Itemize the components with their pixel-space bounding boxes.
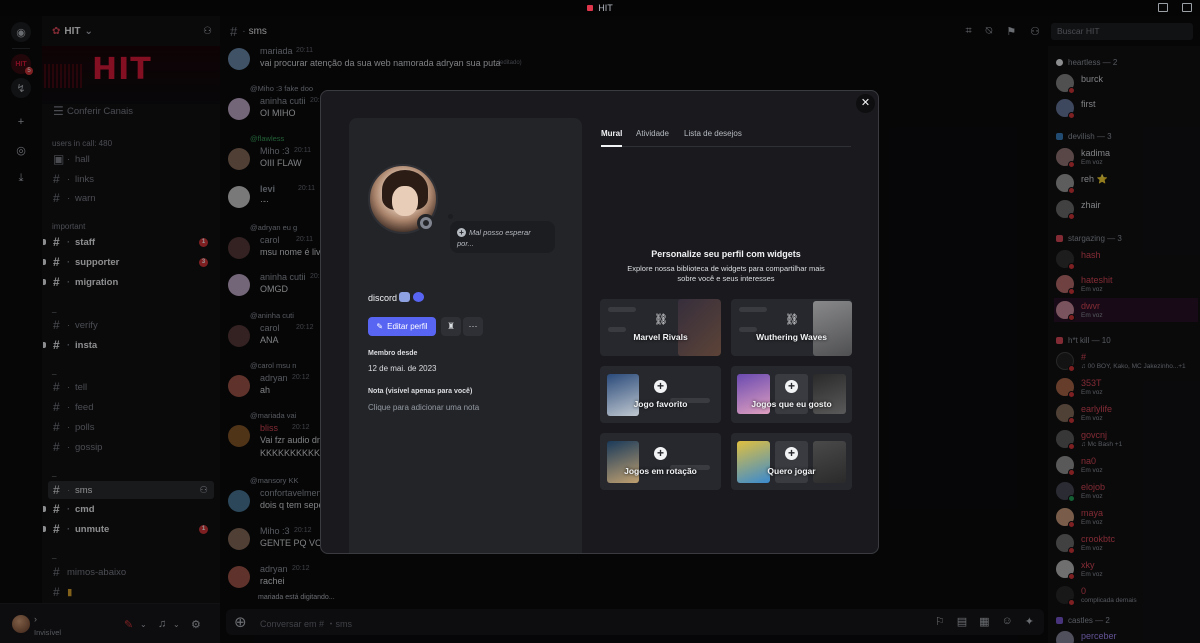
edit-profile-button[interactable]: ✎ Editar perfil <box>368 317 436 336</box>
profile-card: + Mal posso esperar por... discord ✎ Edit… <box>349 118 582 553</box>
placeholder-bar <box>739 307 767 312</box>
add-icon: + <box>785 447 798 460</box>
close-button[interactable]: ✕ <box>856 94 875 113</box>
note-label: Nota (visível apenas para você) <box>368 388 473 395</box>
app-logo-icon <box>587 5 594 11</box>
status-offline-icon <box>417 214 435 232</box>
avatar-art <box>392 186 418 216</box>
inbox-icon[interactable] <box>1158 3 1168 12</box>
add-icon: + <box>654 380 667 393</box>
placeholder-bar <box>608 307 636 312</box>
hypesquad-badge-icon[interactable] <box>399 292 410 302</box>
widget-jogo-favorito[interactable]: + Jogo favorito <box>600 366 721 423</box>
tab-indicator <box>601 145 622 147</box>
nitro-badge-icon[interactable] <box>413 292 424 302</box>
game-cover <box>813 441 846 483</box>
widgets-title: Personalize seu perfil com widgets <box>651 249 801 259</box>
title-bar: HIT <box>0 0 1200 16</box>
note-input[interactable]: Clique para adicionar uma nota <box>368 403 479 412</box>
member-since-label: Membro desde <box>368 350 418 357</box>
custom-status-bubble[interactable]: + Mal posso esperar por... <box>450 221 555 253</box>
add-status-icon: + <box>457 228 466 237</box>
server-profile-button[interactable]: ♜ <box>441 317 461 336</box>
game-art <box>813 301 852 356</box>
add-icon: + <box>654 447 667 460</box>
tab-atividade[interactable]: Atividade <box>636 129 669 138</box>
add-icon: + <box>785 380 798 393</box>
profile-username: discord <box>368 293 398 303</box>
profile-modal: ✕ + Mal posso esperar por... discord ✎ Ed… <box>320 90 879 554</box>
profile-tabs: Mural Atividade Lista de desejos <box>601 129 851 147</box>
tab-lista-de-desejos[interactable]: Lista de desejos <box>684 129 742 138</box>
widget-marvel-rivals[interactable]: ⛓ Marvel Rivals <box>600 299 721 356</box>
widget-wuthering-waves[interactable]: ⛓ Wuthering Waves <box>731 299 852 356</box>
game-cover <box>607 441 639 483</box>
game-cover <box>737 441 770 483</box>
window-title: HIT <box>598 3 613 13</box>
member-since-value: 12 de mai. de 2023 <box>368 364 437 373</box>
widgets-subtitle: Explore nossa biblioteca de widgets para… <box>627 264 825 283</box>
link-icon: ⛓ <box>654 314 668 326</box>
widget-jogos-que-eu-gosto[interactable]: + Jogos que eu gosto <box>731 366 852 423</box>
widget-quero-jogar[interactable]: + Quero jogar <box>731 433 852 490</box>
castle-icon: ♜ <box>446 321 456 331</box>
more-button[interactable]: ··· <box>463 317 483 336</box>
tab-mural[interactable]: Mural <box>601 129 622 138</box>
link-icon: ⛓ <box>785 314 799 326</box>
window-controls <box>1158 3 1192 12</box>
bubble-tail <box>448 214 453 219</box>
game-cover <box>607 374 639 416</box>
pencil-icon: ✎ <box>376 322 384 331</box>
game-art <box>678 299 721 356</box>
help-icon[interactable] <box>1182 3 1192 12</box>
widget-jogos-em-rotacao[interactable]: + Jogos em rotação <box>600 433 721 490</box>
